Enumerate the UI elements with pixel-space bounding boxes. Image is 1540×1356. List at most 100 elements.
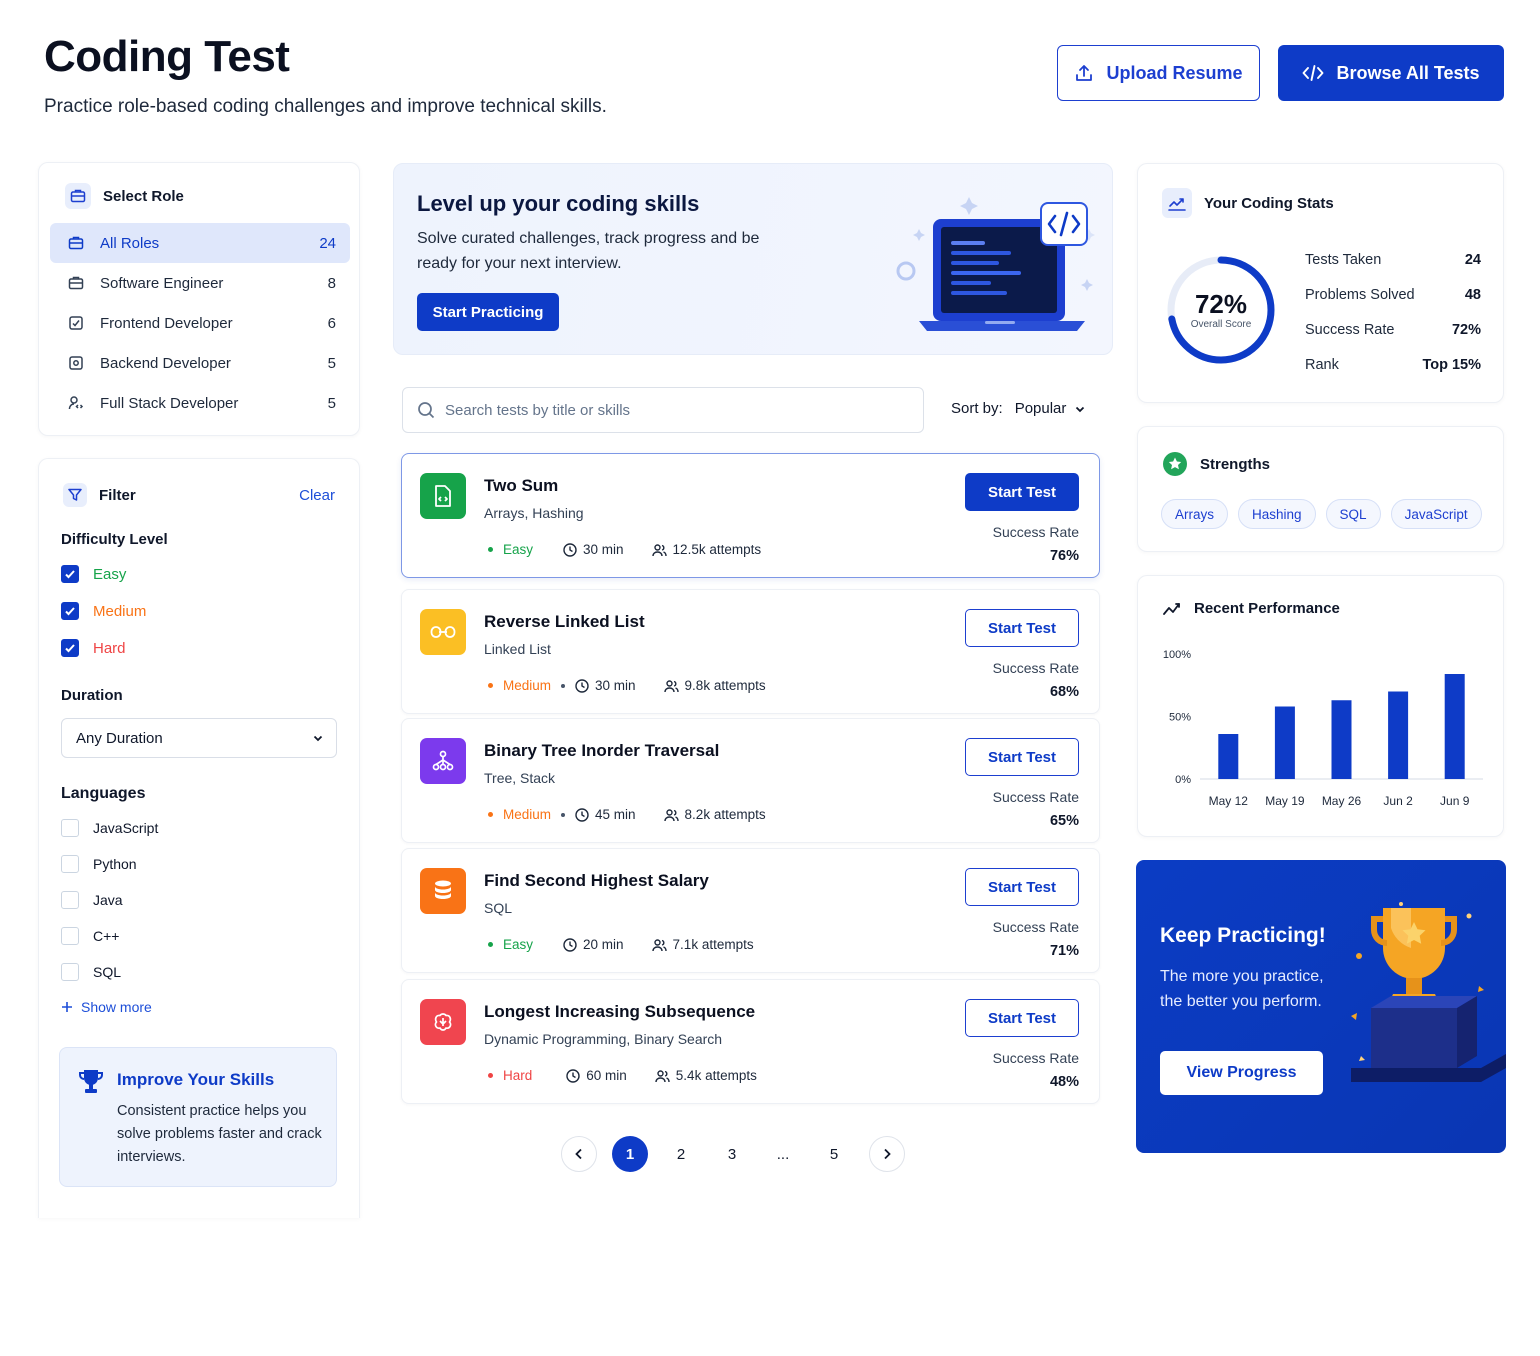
checkbox[interactable]	[61, 891, 79, 909]
next-page-button[interactable]	[869, 1136, 905, 1172]
role-item-full-stack-developer[interactable]: Full Stack Developer 5	[50, 383, 350, 423]
recent-performance-header: Recent Performance	[1162, 600, 1340, 617]
success-rate-value: 48%	[1049, 1074, 1079, 1090]
upload-icon	[1074, 63, 1094, 83]
start-test-button[interactable]: Start Test	[965, 609, 1079, 647]
difficulty-dot	[488, 942, 493, 947]
role-item-all-roles[interactable]: All Roles 24	[50, 223, 350, 263]
checkbox[interactable]	[61, 819, 79, 837]
duration-item: 30 min	[575, 678, 636, 693]
stat-value: 24	[1464, 252, 1481, 268]
start-test-button[interactable]: Start Test	[965, 473, 1079, 511]
test-card[interactable]: Two Sum Arrays, Hashing Easy 30 min 12.5…	[401, 453, 1100, 578]
role-item-software-engineer[interactable]: Software Engineer 8	[50, 263, 350, 303]
language-sql-checkbox[interactable]: SQL	[61, 963, 121, 981]
test-tags: Tree, Stack	[484, 770, 556, 786]
sort-dropdown[interactable]: Sort by: Popular	[951, 400, 1086, 417]
checkbox[interactable]	[61, 639, 79, 657]
duration-select[interactable]: Any Duration	[61, 718, 337, 758]
language-javascript-checkbox[interactable]: JavaScript	[61, 819, 158, 837]
checkbox[interactable]	[61, 963, 79, 981]
role-item-backend-developer[interactable]: Backend Developer 5	[50, 343, 350, 383]
browse-all-tests-button[interactable]: Browse All Tests	[1278, 45, 1504, 101]
improve-skills-text: Consistent practice helps you solve prob…	[117, 1103, 322, 1165]
test-title: Find Second Highest Salary	[484, 871, 709, 890]
show-more-link[interactable]: Show more	[61, 999, 152, 1015]
page-button[interactable]: 5	[816, 1136, 852, 1172]
separator-dot	[561, 683, 566, 688]
difficulty-hard-checkbox[interactable]: Hard	[61, 639, 126, 657]
checkbox[interactable]	[61, 927, 79, 945]
start-test-button[interactable]: Start Test	[965, 999, 1079, 1037]
checkbox[interactable]	[61, 602, 79, 620]
hero-title: Level up your coding skills	[417, 191, 700, 216]
duration-item: 45 min	[575, 807, 636, 822]
coding-stats-card: Your Coding Stats 72% Overall Score Test…	[1137, 163, 1504, 403]
upload-resume-label: Upload Resume	[1106, 62, 1243, 83]
difficulty-badge: Medium	[503, 807, 552, 822]
strength-chip[interactable]: JavaScript	[1390, 499, 1482, 529]
page-button[interactable]: 1	[612, 1136, 648, 1172]
language-java-checkbox[interactable]: Java	[61, 891, 123, 909]
success-rate-label: Success Rate	[992, 789, 1079, 805]
keep-practicing-card: Keep Practicing! The more you practice, …	[1136, 860, 1506, 1153]
users-icon	[663, 679, 679, 693]
attempts-item: 12.5k attempts	[651, 542, 762, 557]
users-icon	[651, 938, 667, 952]
search-input[interactable]	[445, 401, 905, 419]
clock-icon	[563, 542, 577, 557]
clock-icon	[575, 807, 589, 822]
stat-label: Problems Solved	[1305, 287, 1415, 303]
checkbox[interactable]	[61, 855, 79, 873]
briefcase-icon	[65, 183, 91, 209]
duration-item: 30 min	[563, 542, 624, 557]
filter-card: Filter Clear Difficulty Level Easy Mediu…	[38, 458, 360, 1218]
test-card[interactable]: Reverse Linked List Linked List Medium 3…	[401, 589, 1100, 714]
difficulty-medium-label: Medium	[93, 602, 147, 620]
clear-filters-link[interactable]: Clear	[299, 487, 335, 504]
page-button[interactable]: 3	[714, 1136, 750, 1172]
chart-bar	[1388, 691, 1409, 779]
attempts-text: 12.5k attempts	[672, 542, 762, 557]
role-item-frontend-developer[interactable]: Frontend Developer 6	[50, 303, 350, 343]
start-test-button[interactable]: Start Test	[965, 868, 1079, 906]
difficulty-easy-checkbox[interactable]: Easy	[61, 565, 126, 583]
view-progress-button[interactable]: View Progress	[1160, 1051, 1323, 1095]
start-practicing-button[interactable]: Start Practicing	[417, 293, 559, 331]
attempts-item: 8.2k attempts	[663, 807, 766, 822]
difficulty-medium-checkbox[interactable]: Medium	[61, 602, 146, 620]
upload-resume-button[interactable]: Upload Resume	[1057, 45, 1260, 101]
x-tick-label: Jun 2	[1383, 794, 1413, 808]
chevron-right-icon	[882, 1148, 892, 1160]
users-icon	[651, 543, 667, 557]
strength-chip[interactable]: SQL	[1325, 499, 1381, 529]
strength-chip[interactable]: Hashing	[1238, 499, 1316, 529]
checkbox[interactable]	[61, 565, 79, 583]
start-test-button[interactable]: Start Test	[965, 738, 1079, 776]
recent-performance-title: Recent Performance	[1194, 600, 1340, 617]
test-title: Two Sum	[484, 476, 559, 495]
hero-text: Solve curated challenges, track progress…	[417, 230, 760, 272]
hero-banner: Level up your coding skills Solve curate…	[393, 163, 1113, 355]
stat-row: Success Rate 72%	[1305, 322, 1481, 338]
overall-score-value: 72%	[1194, 289, 1248, 319]
test-card[interactable]: Longest Increasing Subsequence Dynamic P…	[401, 979, 1100, 1104]
strength-chip[interactable]: Arrays	[1161, 499, 1229, 529]
briefcase-icon	[68, 235, 86, 251]
prev-page-button[interactable]	[561, 1136, 597, 1172]
difficulty-badge: Hard	[503, 1068, 533, 1083]
test-card[interactable]: Find Second Highest Salary SQL Easy 20 m…	[401, 848, 1100, 973]
stat-label: Success Rate	[1305, 322, 1395, 338]
test-card[interactable]: Binary Tree Inorder Traversal Tree, Stac…	[401, 718, 1100, 843]
y-tick-label: 100%	[1163, 649, 1191, 661]
language-python-checkbox[interactable]: Python	[61, 855, 137, 873]
language-cpp-checkbox[interactable]: C++	[61, 927, 119, 945]
page-title: Coding Test	[44, 32, 290, 81]
duration-text: 60 min	[586, 1068, 627, 1083]
difficulty-badge: Medium	[503, 678, 552, 693]
page-button[interactable]: 2	[663, 1136, 699, 1172]
performance-bar-chart: 0% 50% 100% May 12 May 19 May 26 Jun 2 Jun 9	[1163, 649, 1483, 808]
chart-bar	[1218, 734, 1239, 779]
search-icon	[417, 401, 435, 419]
duration-item: 60 min	[566, 1068, 627, 1083]
